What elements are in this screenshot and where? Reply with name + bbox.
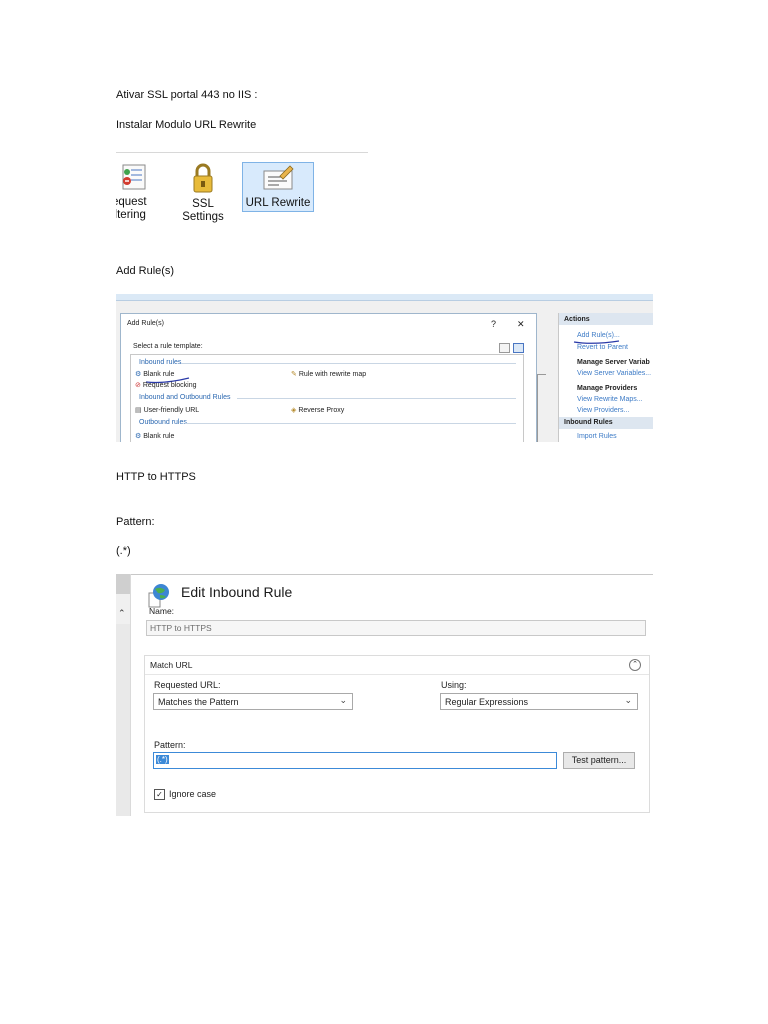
select-template-label: Select a rule template: (133, 343, 203, 350)
doc-add-rules-caption: Add Rule(s) (116, 265, 175, 277)
ignore-case-label: Ignore case (169, 789, 217, 799)
ssl-settings-feature[interactable]: SSL Settings (170, 162, 236, 224)
name-field[interactable]: HTTP to HTTPS (146, 620, 646, 636)
dialog-title: Add Rule(s) (127, 320, 164, 327)
import-rules-link[interactable]: Import Rules (577, 433, 617, 440)
requested-url-label: Requested URL: (154, 680, 221, 690)
edit-inbound-rule-panel: Edit Inbound Rule Name: HTTP to HTTPS Ma… (131, 574, 653, 816)
dialog-title: Edit Inbound Rule (181, 584, 293, 600)
scroll-up-icon[interactable]: ⌃ (118, 608, 126, 619)
list-view-icon[interactable] (499, 343, 510, 353)
user-friendly-url-icon: ▤ (135, 407, 142, 414)
add-rules-screenshot: Add Rule(s) ? ✕ Select a rule template: … (116, 294, 653, 442)
view-rewrite-maps-link[interactable]: View Rewrite Maps... (577, 396, 643, 403)
view-providers-link[interactable]: View Providers... (577, 407, 629, 414)
template-rule-with-rewrite-map[interactable]: ✎ Rule with rewrite map (291, 370, 366, 378)
request-filtering-label-1: equest (116, 196, 147, 208)
reverse-proxy-label: Reverse Proxy (298, 407, 345, 414)
url-rewrite-label: URL Rewrite (245, 197, 311, 209)
request-filtering-feature[interactable]: equest iltering (116, 162, 156, 222)
template-request-blocking[interactable]: ⊘ Request blocking (135, 381, 197, 389)
using-select[interactable]: Regular Expressions ⌄ (440, 693, 638, 710)
details-view-icon[interactable] (513, 343, 524, 353)
ignore-case-checkbox[interactable]: ✓ (154, 789, 165, 800)
group-outbound-rules: Outbound rules (139, 419, 187, 426)
url-rewrite-feature[interactable]: URL Rewrite (242, 162, 314, 212)
pattern-label: Pattern: (154, 740, 186, 750)
test-pattern-button[interactable]: Test pattern... (563, 752, 635, 769)
request-filtering-icon (122, 164, 146, 190)
match-url-title: Match URL (150, 660, 193, 670)
request-filtering-label-2: iltering (116, 209, 146, 221)
rewrite-map-icon: ✎ (291, 371, 297, 378)
doc-instruction-url-rewrite: Instalar Modulo URL Rewrite (116, 119, 257, 131)
blank-rule-outbound-label: Blank rule (143, 433, 175, 440)
requested-url-select[interactable]: Matches the Pattern ⌄ (153, 693, 353, 710)
add-rules-link[interactable]: Add Rule(s)... (577, 332, 620, 339)
match-url-section: Match URL ⌃ Requested URL: Matches the P… (144, 655, 650, 813)
requested-url-value: Matches the Pattern (158, 697, 239, 707)
pattern-input[interactable]: (.*) (153, 752, 557, 769)
reverse-proxy-icon: ◈ (291, 407, 297, 414)
template-user-friendly-url[interactable]: ▤ User-friendly URL (135, 406, 199, 414)
background-panel-edge (537, 374, 546, 442)
collapse-icon[interactable]: ⌃ (629, 659, 641, 671)
doc-pattern-value: (.*) (116, 545, 131, 557)
group-inbound-outbound: Inbound and Outbound Rules (139, 394, 231, 401)
group-inbound-rules: Inbound rules (139, 359, 182, 366)
view-server-variables-link[interactable]: View Server Variables... (577, 370, 651, 377)
template-reverse-proxy[interactable]: ◈ Reverse Proxy (291, 406, 344, 414)
blank-rule-icon: ⚙ (135, 371, 142, 378)
iis-features-screenshot: equest iltering SSL Settings URL Rewrite (116, 148, 368, 230)
manage-providers-heading: Manage Providers (577, 385, 638, 392)
actions-pane: Actions Add Rule(s)... Revert to Parent … (558, 313, 653, 442)
url-rewrite-icon (263, 165, 294, 190)
inbound-rules-heading: Inbound Rules (564, 419, 613, 426)
revert-to-parent-link[interactable]: Revert to Parent (577, 344, 628, 351)
manage-server-variables-heading: Manage Server Variab (577, 359, 650, 366)
doc-pattern-label: Pattern: (116, 516, 155, 528)
using-value: Regular Expressions (445, 697, 529, 707)
padlock-icon (193, 163, 213, 193)
template-blank-rule-outbound[interactable]: ⚙ Blank rule (135, 432, 174, 440)
chevron-down-icon: ⌄ (624, 695, 632, 705)
help-button[interactable]: ? (491, 319, 496, 329)
close-button[interactable]: ✕ (517, 319, 525, 330)
pattern-input-value: (.*) (156, 755, 169, 764)
rule-with-map-label: Rule with rewrite map (298, 371, 367, 378)
add-rules-dialog: Add Rule(s) ? ✕ Select a rule template: … (120, 313, 537, 442)
user-friendly-url-label: User-friendly URL (143, 407, 200, 414)
vertical-scrollbar[interactable]: ⌃ (116, 574, 131, 816)
edit-inbound-rule-screenshot: ⌃ Edit Inbound Rule Name: HTTP to HTTPS … (116, 574, 653, 816)
using-label: Using: (441, 680, 467, 690)
request-blocking-icon: ⊘ (135, 382, 141, 389)
doc-heading-ssl: Ativar SSL portal 443 no IIS : (116, 89, 258, 101)
name-label: Name: (149, 606, 175, 616)
request-blocking-label: Request blocking (142, 382, 197, 389)
actions-header: Actions (564, 316, 590, 323)
name-field-value: HTTP to HTTPS (150, 623, 212, 633)
chevron-down-icon: ⌄ (339, 695, 347, 705)
blank-rule-outbound-icon: ⚙ (135, 433, 142, 440)
doc-http-to-https: HTTP to HTTPS (116, 471, 196, 483)
ssl-settings-label: SSL Settings (182, 198, 224, 223)
